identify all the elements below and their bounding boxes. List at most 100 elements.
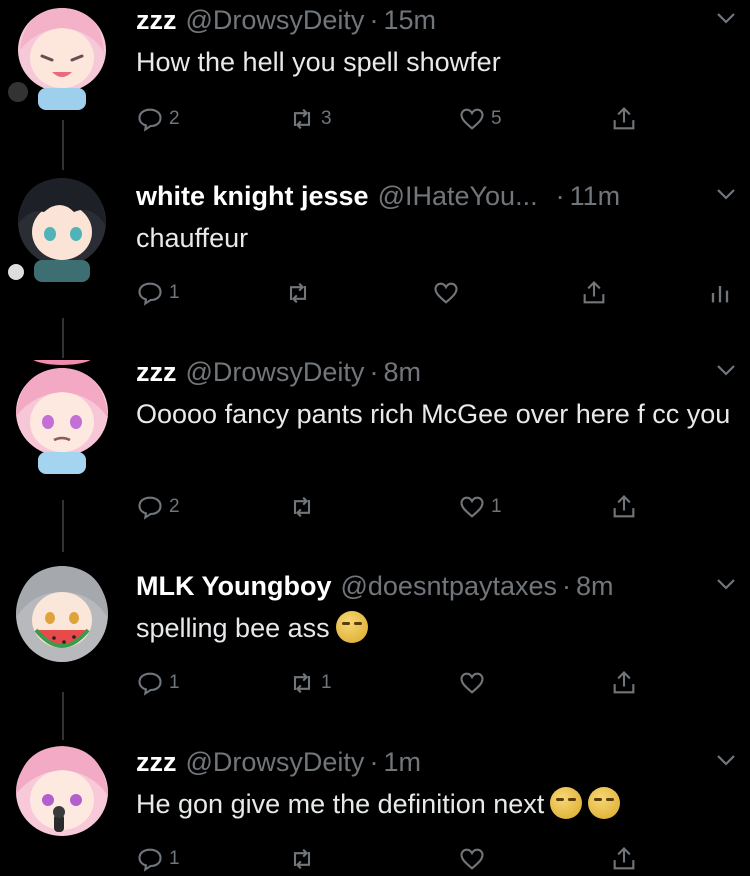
heart-icon [434, 282, 458, 304]
tweet-text: Ooooo fancy pants rich McGee over here f… [136, 399, 731, 429]
avatar[interactable] [4, 168, 120, 284]
like-button[interactable]: 1 [458, 493, 502, 521]
pink-hair-microphone-avatar-icon [16, 746, 108, 836]
tweet[interactable]: MLK Youngboy @doesntpaytaxes · 8m spelli… [0, 566, 750, 718]
share-button[interactable] [610, 105, 638, 133]
avatar[interactable] [4, 360, 120, 476]
tweet[interactable]: white knight jesse @IHateYou... · 11m ch… [0, 178, 750, 328]
reply-count: 2 [169, 496, 180, 517]
more-button[interactable] [714, 184, 738, 204]
tweet-text: spelling bee ass [136, 613, 330, 643]
timestamp[interactable]: 8m [383, 354, 421, 390]
retweet-button[interactable]: 3 [288, 105, 332, 133]
heart-icon [460, 848, 484, 870]
timestamp[interactable]: 8m [576, 568, 614, 604]
heart-icon [460, 108, 484, 130]
pink-hair-halo-anime-avatar-icon [16, 360, 108, 474]
crying-face-emoji-icon [550, 787, 583, 819]
handle[interactable]: @DrowsyDeity [186, 354, 365, 390]
reply-icon [138, 672, 162, 696]
crying-face-emoji-icon [335, 611, 368, 643]
share-icon [613, 847, 635, 870]
handle[interactable]: @DrowsyDeity [186, 2, 365, 38]
reply-button[interactable]: 1 [136, 669, 180, 697]
silver-hair-watermelon-avatar-icon [16, 566, 108, 662]
like-button[interactable]: 5 [458, 105, 502, 133]
more-button[interactable] [714, 750, 738, 770]
tweet-header: zzz @DrowsyDeity · 1m [136, 744, 702, 780]
retweet-icon [293, 848, 311, 870]
share-button[interactable] [610, 493, 638, 521]
avatar[interactable] [4, 558, 120, 674]
chevron-down-icon [717, 13, 735, 24]
handle[interactable]: @DrowsyDeity [186, 744, 365, 780]
avatar[interactable] [4, 0, 120, 116]
reply-icon [138, 108, 162, 132]
tweet[interactable]: zzz @DrowsyDeity · 15m How the hell you … [0, 2, 750, 152]
chevron-down-icon [717, 579, 735, 590]
share-icon [613, 495, 635, 518]
action-bar: 2 3 5 [136, 102, 750, 136]
reply-icon [138, 282, 162, 306]
separator: · [555, 181, 565, 211]
like-button[interactable] [458, 845, 491, 873]
display-name[interactable]: zzz [136, 744, 177, 780]
tweet-text: How the hell you spell showfer [136, 47, 501, 77]
tweet-body: He gon give me the definition next [136, 784, 732, 824]
reply-count: 1 [169, 848, 180, 869]
share-icon [613, 671, 635, 694]
reply-count: 2 [169, 108, 180, 129]
tweet-text: chauffeur [136, 223, 249, 253]
handle[interactable]: @IHateYou... [378, 178, 538, 214]
like-count: 5 [491, 108, 502, 129]
timestamp[interactable]: 11m [570, 178, 621, 214]
heart-icon [460, 496, 484, 518]
timestamp[interactable]: 1m [383, 744, 421, 780]
views-button[interactable] [706, 279, 734, 307]
retweet-button[interactable]: 1 [288, 669, 332, 697]
reply-button[interactable]: 1 [136, 279, 180, 307]
tweet-text: He gon give me the definition next [136, 789, 545, 819]
separator: · [369, 747, 379, 777]
handle[interactable]: @doesntpaytaxes [340, 568, 557, 604]
tweet[interactable]: zzz @DrowsyDeity · 8m Ooooo fancy pants … [0, 354, 750, 534]
share-button[interactable] [610, 669, 638, 697]
action-bar: 1 1 [136, 666, 750, 700]
share-button[interactable] [610, 845, 638, 873]
share-icon [583, 281, 605, 304]
tweet-header: MLK Youngboy @doesntpaytaxes · 8m [136, 568, 702, 604]
pink-hair-anime-avatar-icon [8, 8, 106, 110]
share-button[interactable] [580, 279, 608, 307]
tweet-header: zzz @DrowsyDeity · 15m [136, 2, 702, 38]
more-button[interactable] [714, 8, 738, 28]
separator: · [369, 357, 379, 387]
reply-icon [138, 496, 162, 520]
display-name[interactable]: MLK Youngboy [136, 568, 331, 604]
like-button[interactable] [432, 279, 465, 307]
more-button[interactable] [714, 574, 738, 594]
retweet-count: 3 [321, 108, 332, 129]
black-hair-anime-avatar-icon [8, 178, 106, 282]
chevron-down-icon [717, 755, 735, 766]
reply-button[interactable]: 2 [136, 493, 180, 521]
reply-icon [138, 848, 162, 872]
like-button[interactable] [458, 669, 491, 697]
retweet-button[interactable] [288, 845, 321, 873]
reply-button[interactable]: 2 [136, 105, 180, 133]
tweet[interactable]: zzz @DrowsyDeity · 1m He gon give me the… [0, 744, 750, 872]
display-name[interactable]: zzz [136, 2, 177, 38]
display-name[interactable]: white knight jesse [136, 178, 369, 214]
display-name[interactable]: zzz [136, 354, 177, 390]
retweet-button[interactable] [288, 493, 321, 521]
more-button[interactable] [714, 360, 738, 380]
avatar[interactable] [4, 738, 120, 854]
tweet-header: zzz @DrowsyDeity · 8m [136, 354, 702, 390]
retweet-button[interactable] [284, 279, 317, 307]
retweet-icon [289, 282, 307, 304]
chevron-down-icon [717, 365, 735, 376]
reply-button[interactable]: 1 [136, 845, 180, 873]
timestamp[interactable]: 15m [383, 2, 436, 38]
separator: · [562, 571, 572, 601]
chevron-down-icon [717, 189, 735, 200]
action-bar: 1 [136, 276, 750, 310]
